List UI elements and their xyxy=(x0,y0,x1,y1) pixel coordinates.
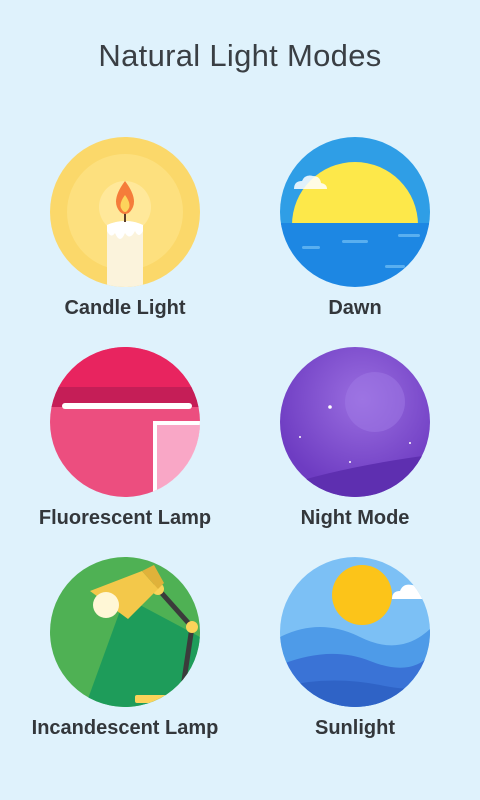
mode-label: Fluorescent Lamp xyxy=(38,507,212,529)
fluorescent-lamp-icon xyxy=(50,347,200,497)
page-title: Natural Light Modes xyxy=(98,38,382,73)
mode-dawn[interactable]: Dawn xyxy=(245,137,465,337)
mode-label: Incandescent Lamp xyxy=(31,717,219,739)
light-modes-screen: Natural Light Modes Candle Light Dawn Fl… xyxy=(0,0,480,800)
mode-incandescent-lamp[interactable]: Incandescent Lamp xyxy=(15,557,235,757)
mode-sunlight[interactable]: Sunlight xyxy=(245,557,465,757)
mode-label: Dawn xyxy=(328,297,382,319)
mode-fluorescent-lamp[interactable]: Fluorescent Lamp xyxy=(15,347,235,547)
mode-label: Candle Light xyxy=(64,297,186,319)
mode-label: Sunlight xyxy=(315,717,395,739)
desk-lamp-icon xyxy=(50,557,200,707)
dawn-icon xyxy=(280,137,430,287)
sun-icon xyxy=(280,557,430,707)
candle-icon xyxy=(50,137,200,287)
moon-icon xyxy=(280,347,430,497)
mode-label: Night Mode xyxy=(300,507,410,529)
mode-candle-light[interactable]: Candle Light xyxy=(15,137,235,337)
mode-night[interactable]: Night Mode xyxy=(245,347,465,547)
